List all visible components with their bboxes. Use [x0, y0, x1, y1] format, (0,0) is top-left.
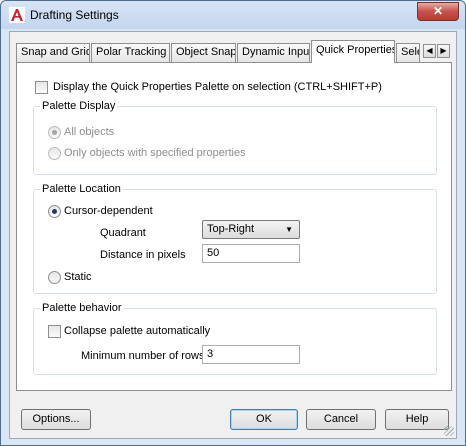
- quick-properties-page: Display the Quick Properties Palette on …: [16, 62, 452, 391]
- tab-polar-tracking[interactable]: Polar Tracking: [91, 43, 170, 62]
- resize-grip-icon[interactable]: [444, 426, 454, 436]
- cursor-dependent-label: Cursor-dependent: [64, 205, 153, 217]
- palette-display-title: Palette Display: [40, 100, 118, 112]
- tab-scroll-right-icon[interactable]: ▶: [437, 44, 450, 58]
- palette-display-group: Palette Display All objects Only objects…: [33, 100, 437, 175]
- display-palette-checkbox[interactable]: [35, 81, 48, 94]
- quadrant-dropdown[interactable]: Top-Right ▼: [202, 220, 300, 239]
- quadrant-value: Top-Right: [207, 223, 255, 235]
- tab-object-snap[interactable]: Object Snap: [171, 43, 236, 62]
- min-rows-input[interactable]: 3: [202, 345, 300, 364]
- close-button[interactable]: ✕: [417, 2, 459, 21]
- display-palette-label: Display the Quick Properties Palette on …: [53, 81, 382, 93]
- palette-location-title: Palette Location: [40, 183, 123, 195]
- tab-dynamic-input[interactable]: Dynamic Input: [237, 43, 310, 62]
- cancel-button[interactable]: Cancel: [306, 409, 376, 430]
- distance-label: Distance in pixels: [100, 249, 186, 261]
- quadrant-label: Quadrant: [100, 227, 146, 239]
- help-button[interactable]: Help: [385, 409, 449, 430]
- palette-location-group: Palette Location Cursor-dependent Quadra…: [33, 183, 437, 294]
- min-rows-label: Minimum number of rows: [81, 350, 205, 362]
- palette-behavior-title: Palette behavior: [40, 302, 124, 314]
- tab-strip: Snap and Grid Polar Tracking Object Snap…: [10, 40, 458, 63]
- cursor-dependent-radio[interactable]: [48, 205, 61, 218]
- title-bar[interactable]: Drafting Settings ✕: [1, 1, 465, 29]
- specified-properties-radio[interactable]: [48, 147, 61, 160]
- tab-selection[interactable]: Sele: [396, 43, 420, 62]
- tab-snap-and-grid[interactable]: Snap and Grid: [16, 43, 90, 62]
- static-label: Static: [64, 271, 92, 283]
- dialog-client-area: Snap and Grid Polar Tracking Object Snap…: [9, 31, 457, 439]
- window-title: Drafting Settings: [30, 8, 119, 22]
- options-button[interactable]: Options...: [21, 409, 91, 430]
- chevron-down-icon: ▼: [285, 225, 293, 234]
- tab-scroll-left-icon[interactable]: ◀: [423, 44, 436, 58]
- all-objects-radio[interactable]: [48, 126, 61, 139]
- ok-button[interactable]: OK: [230, 409, 298, 430]
- specified-properties-label: Only objects with specified properties: [64, 147, 246, 159]
- distance-input[interactable]: 50: [202, 244, 300, 263]
- collapse-palette-checkbox[interactable]: [48, 325, 61, 338]
- autocad-app-icon: [9, 7, 25, 23]
- tab-quick-properties[interactable]: Quick Properties: [311, 40, 395, 63]
- palette-behavior-group: Palette behavior Collapse palette automa…: [33, 302, 437, 375]
- drafting-settings-window: Drafting Settings ✕ Snap and Grid Polar …: [0, 0, 466, 446]
- static-radio[interactable]: [48, 271, 61, 284]
- all-objects-label: All objects: [64, 126, 115, 138]
- collapse-palette-label: Collapse palette automatically: [64, 325, 211, 337]
